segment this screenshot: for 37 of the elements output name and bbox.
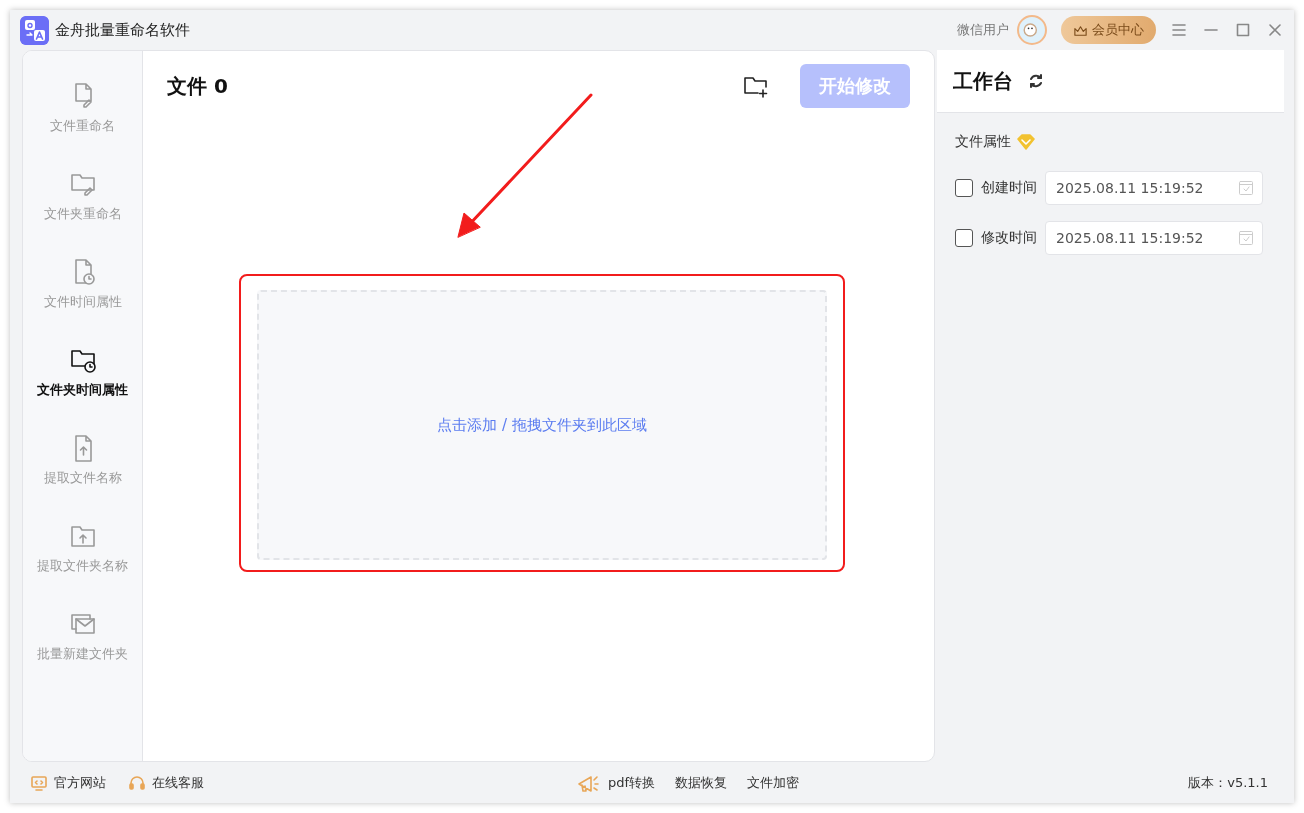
sidebar-item[interactable]: 文件重命名 xyxy=(23,81,142,169)
vip-center-button[interactable]: 会员中心 xyxy=(1061,16,1156,44)
drop-zone[interactable]: 点击添加 / 拖拽文件夹到此区域 xyxy=(257,290,827,560)
app-logo-icon xyxy=(20,15,49,45)
field-label: 修改时间 xyxy=(981,229,1037,247)
footer-link[interactable]: pdf转换 xyxy=(608,773,656,792)
sidebar-item[interactable]: 文件夹时间属性 xyxy=(23,345,142,433)
date-time-field[interactable]: 2025.08.11 15:19:52 xyxy=(1045,221,1263,255)
menu-icon[interactable] xyxy=(1170,21,1188,39)
file-count-title: 文件 0 xyxy=(167,72,228,100)
calendar-icon[interactable] xyxy=(1238,180,1254,196)
refresh-icon[interactable] xyxy=(1027,72,1045,90)
footer-link[interactable]: 在线客服 xyxy=(128,773,204,792)
section-title: 文件属性 xyxy=(955,133,1011,151)
sidebar-item[interactable]: 提取文件夹名称 xyxy=(23,521,142,609)
date-time-field[interactable]: 2025.08.11 15:19:52 xyxy=(1045,171,1263,205)
maximize-icon[interactable] xyxy=(1234,21,1252,39)
sidebar-item[interactable]: 文件时间属性 xyxy=(23,257,142,345)
sidebar-item[interactable]: 文件夹重命名 xyxy=(23,169,142,257)
avatar-icon[interactable] xyxy=(1017,15,1047,45)
sidebar-item[interactable]: 提取文件名称 xyxy=(23,433,142,521)
footer-link[interactable]: 文件加密 xyxy=(747,773,800,792)
diamond-icon xyxy=(1017,134,1035,150)
headset-icon xyxy=(128,773,146,792)
close-icon[interactable] xyxy=(1266,21,1284,39)
calendar-icon[interactable] xyxy=(1238,230,1254,246)
version-label: 版本：v5.1.1 xyxy=(1188,773,1268,792)
sidebar-item[interactable]: 批量新建文件夹 xyxy=(23,609,142,697)
footer-link[interactable]: 数据恢复 xyxy=(675,773,728,792)
user-name: 微信用户 xyxy=(957,21,1009,39)
checkbox[interactable] xyxy=(955,229,973,247)
field-label: 创建时间 xyxy=(981,179,1037,197)
checkbox[interactable] xyxy=(955,179,973,197)
footer-link[interactable]: 官方网站 xyxy=(30,773,106,792)
monitor-icon xyxy=(30,773,48,792)
window-title: 金舟批量重命名软件 xyxy=(55,20,190,40)
workbench-title: 工作台 xyxy=(953,67,1013,95)
